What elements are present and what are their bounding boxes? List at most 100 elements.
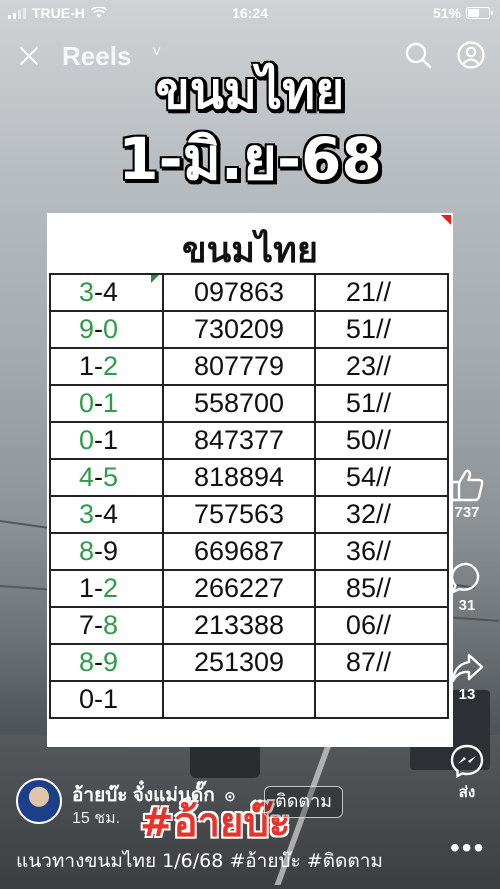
- code-cell: 32//: [313, 495, 450, 534]
- status-bar: TRUE-H 16:24 51%: [0, 0, 500, 26]
- pair-digit-a: 0: [79, 684, 95, 714]
- code-cell: 23//: [313, 347, 450, 386]
- pair-separator: -: [94, 499, 104, 529]
- pair-cell: 4-5: [48, 458, 165, 497]
- number-cell: 757563: [162, 495, 316, 534]
- messenger-icon: [450, 744, 484, 778]
- table-row: 0-1 558700 51//: [48, 384, 450, 423]
- number-cell: 251309: [162, 643, 316, 682]
- like-action[interactable]: 737: [442, 468, 492, 521]
- pair-digit-a: 8: [79, 647, 95, 677]
- table-row: 8-9 251309 87//: [48, 643, 450, 682]
- number-cell: 847377: [162, 421, 316, 460]
- pair-digit-a: 8: [79, 536, 95, 566]
- number-cell: 730209: [162, 310, 316, 349]
- pair-cell: 0-1: [48, 680, 165, 719]
- table-row: 9-0 730209 51//: [48, 310, 450, 349]
- pair-digit-a: 7: [79, 610, 95, 640]
- code-cell: 06//: [313, 606, 450, 645]
- pair-separator: -: [94, 536, 104, 566]
- post-caption[interactable]: แนวทางขนมไทย 1/6/68 #อ้ายบ๊ะ #ติดตาม: [16, 846, 383, 876]
- number-cell: 807779: [162, 347, 316, 386]
- pair-cell: 3-4: [48, 495, 165, 534]
- thumbs-up-icon: [450, 469, 484, 502]
- pair-digit-b: 5: [103, 462, 119, 492]
- pair-digit-a: 4: [79, 462, 95, 492]
- share-arrow-icon: [451, 653, 484, 683]
- more-options-icon[interactable]: •••: [450, 832, 485, 864]
- code-cell: 36//: [313, 532, 450, 571]
- share-count: 13: [458, 686, 476, 703]
- pair-separator: -: [94, 314, 104, 344]
- pair-digit-b: 9: [103, 536, 119, 566]
- table-row: 0-1: [48, 680, 450, 719]
- car-scene: [190, 742, 260, 778]
- pair-cell: 1-2: [48, 347, 165, 386]
- code-cell: 85//: [313, 569, 450, 608]
- table-row: 0-1 847377 50//: [48, 421, 450, 460]
- comment-icon: [450, 562, 480, 594]
- pair-cell: 8-9: [48, 532, 165, 571]
- pair-separator: -: [94, 573, 104, 603]
- pair-digit-a: 3: [79, 277, 95, 307]
- sheet-title: ขนมไทย: [182, 230, 318, 271]
- code-cell: 51//: [313, 310, 450, 349]
- pair-digit-b: 2: [103, 351, 119, 381]
- pair-separator: -: [94, 351, 104, 381]
- headline-date: 1-มิ.ย-68: [118, 125, 382, 193]
- pair-digit-b: 0: [103, 314, 119, 344]
- code-cell: 51//: [313, 384, 450, 423]
- lottery-sheet: ขนมไทย 3-4 097863 21//9-0 730209 51//1-2 8077…: [47, 213, 453, 747]
- pair-digit-a: 1: [79, 351, 95, 381]
- number-cell: 213388: [162, 606, 316, 645]
- pair-separator: -: [94, 462, 104, 492]
- table-row: 8-9 669687 36//: [48, 532, 450, 571]
- follow-button[interactable]: ติดตาม: [264, 786, 344, 818]
- pair-digit-a: 0: [79, 388, 95, 418]
- pair-digit-b: 2: [103, 573, 119, 603]
- pair-digit-b: 8: [103, 610, 119, 640]
- send-action[interactable]: ส่ง: [442, 744, 492, 804]
- code-cell: [313, 680, 450, 719]
- pair-separator: -: [94, 277, 104, 307]
- pair-separator: -: [94, 425, 104, 455]
- pair-digit-a: 1: [79, 573, 95, 603]
- pair-digit-b: 4: [103, 277, 119, 307]
- table-row: 7-8 213388 06//: [48, 606, 450, 645]
- table-row: 1-2 266227 85//: [48, 569, 450, 608]
- table-row: 4-5 818894 54//: [48, 458, 450, 497]
- number-cell: 097863: [162, 273, 316, 312]
- pair-digit-a: 0: [79, 425, 95, 455]
- number-cell: [162, 680, 316, 719]
- avatar[interactable]: [16, 778, 62, 824]
- table-row: 1-2 807779 23//: [48, 347, 450, 386]
- code-cell: 50//: [313, 421, 450, 460]
- code-cell: 87//: [313, 643, 450, 682]
- post-time: 15 ชม.: [72, 810, 121, 827]
- pair-separator: -: [94, 388, 104, 418]
- code-cell: 21//: [313, 273, 450, 312]
- pair-digit-b: 4: [103, 499, 119, 529]
- pair-cell: 9-0: [48, 310, 165, 349]
- pair-cell: 0-1: [48, 421, 165, 460]
- pair-separator: -: [94, 684, 104, 714]
- clock: 16:24: [232, 5, 268, 21]
- pair-cell: 7-8: [48, 606, 165, 645]
- pair-separator: -: [94, 647, 104, 677]
- pair-digit-a: 3: [79, 499, 95, 529]
- lottery-table: 3-4 097863 21//9-0 730209 51//1-2 807779 23//0…: [48, 273, 450, 719]
- comment-count: 31: [458, 597, 476, 614]
- share-action[interactable]: 13: [442, 652, 492, 703]
- pair-cell: 8-9: [48, 643, 165, 682]
- pair-digit-b: 1: [103, 425, 119, 455]
- battery-icon: [466, 7, 493, 19]
- battery-group: 51%: [433, 5, 493, 21]
- number-cell: 669687: [162, 532, 316, 571]
- table-row: 3-4 097863 21//: [48, 273, 450, 312]
- comment-action[interactable]: 31: [442, 561, 492, 614]
- pair-separator: -: [94, 610, 104, 640]
- pair-cell: 0-1: [48, 384, 165, 423]
- like-count: 737: [454, 504, 480, 521]
- pair-digit-b: 9: [103, 647, 119, 677]
- number-cell: 266227: [162, 569, 316, 608]
